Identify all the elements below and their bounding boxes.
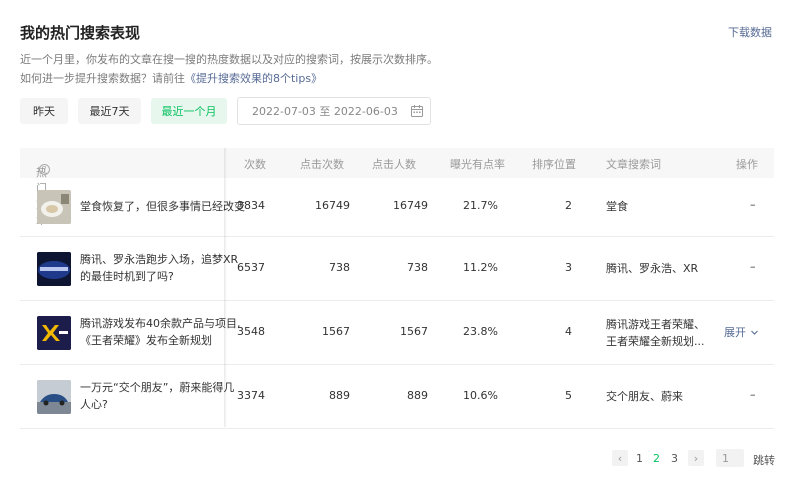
- cell-rank: 5: [565, 389, 572, 402]
- cell-rank: 4: [565, 325, 572, 338]
- cell-ctr: 23.8%: [463, 325, 498, 338]
- keyword-line-1: 腾讯游戏王者荣耀、: [606, 318, 705, 331]
- download-data-link[interactable]: 下载数据: [728, 24, 772, 40]
- table-header: 热门文章 ? 次数 点击次数 点击人数 曝光有点率 排序位置 文章搜索词 操作: [20, 148, 774, 227]
- date-range-picker[interactable]: 2022-07-03 至 2022-06-03: [237, 97, 431, 125]
- calendar-icon: [411, 105, 423, 117]
- cell-action: –: [750, 198, 756, 211]
- cell-rank: 3: [565, 261, 572, 274]
- table-row[interactable]: 腾讯、罗永浩跑步入场，追梦XR的最佳时机到了吗? 6537 738 738 11…: [20, 237, 774, 301]
- sticky-column-shadow: [224, 148, 227, 427]
- cell-keywords: 腾讯、罗永浩、XR: [606, 262, 699, 275]
- header-keywords: 文章搜索词: [606, 158, 661, 171]
- chevron-right-icon: ›: [693, 451, 699, 465]
- article-thumbnail: [37, 190, 71, 224]
- filter-yesterday-button[interactable]: 昨天: [20, 98, 68, 124]
- chevron-left-icon: ‹: [617, 451, 623, 465]
- description-line-1: 近一个月里，你发布的文章在搜一搜的热度数据以及对应的搜索词，按展示次数排序。: [20, 53, 438, 66]
- page-title: 我的热门搜索表现: [20, 24, 141, 42]
- article-thumbnail: [37, 380, 71, 414]
- cell-action: –: [750, 388, 756, 401]
- cell-clicks: 889: [329, 389, 350, 402]
- table-row[interactable]: 腾讯游戏发布40余款产品与项目,《王者荣耀》发布全新规划 3548 1567 1…: [20, 301, 774, 365]
- description-line-2: 如何进一步提升搜索数据？请前往《提升搜索效果的8个tips》: [20, 70, 322, 86]
- header-action: 操作: [736, 158, 758, 171]
- pagination-page-3[interactable]: 3: [671, 452, 678, 465]
- cell-clickers: 738: [407, 261, 428, 274]
- header-views: 次数: [244, 158, 266, 171]
- cell-ctr: 10.6%: [463, 389, 498, 402]
- pagination-next-button[interactable]: ›: [688, 450, 704, 466]
- description-prefix: 如何进一步提升搜索数据？请前往: [20, 72, 185, 85]
- header-clicks: 点击次数: [300, 158, 344, 171]
- header-ctr: 曝光有点率: [450, 158, 505, 171]
- article-thumbnail: [37, 252, 71, 286]
- cell-keywords: 堂食: [606, 200, 628, 213]
- page-jump-input[interactable]: [716, 449, 744, 467]
- cell-ctr: 11.2%: [463, 261, 498, 274]
- cell-keywords: 腾讯游戏王者荣耀、 王者荣耀全新规划...: [606, 316, 705, 350]
- page-jump-button[interactable]: 跳转: [753, 452, 775, 468]
- chevron-down-icon: [751, 330, 758, 335]
- pagination-page-1[interactable]: 1: [636, 452, 643, 465]
- table-row[interactable]: 堂食恢复了，但很多事情已经改变 3834 16749 16749 21.7% 2…: [20, 178, 774, 237]
- search-performance-table: 热门文章 ? 次数 点击次数 点击人数 曝光有点率 排序位置 文章搜索词 操作 …: [20, 148, 774, 429]
- header-rank: 排序位置: [532, 158, 576, 171]
- filter-last-month-button[interactable]: 最近一个月: [151, 98, 227, 124]
- cell-rank: 2: [565, 199, 572, 212]
- cell-clickers: 1567: [400, 325, 428, 338]
- cell-clicks: 1567: [322, 325, 350, 338]
- date-range-text: 2022-07-03 至 2022-06-03: [252, 105, 398, 118]
- tips-link[interactable]: 《提升搜索效果的8个tips》: [185, 72, 322, 85]
- cell-ctr: 21.7%: [463, 199, 498, 212]
- cell-clicks: 16749: [315, 199, 350, 212]
- keyword-line-2: 王者荣耀全新规划...: [606, 335, 705, 348]
- expand-label: 展开: [724, 326, 746, 339]
- table-row[interactable]: 一万元“交个朋友”，蔚来能得几人心? 3374 889 889 10.6% 5 …: [20, 365, 774, 429]
- filter-last-7-days-button[interactable]: 最近7天: [78, 98, 141, 124]
- pagination-page-2[interactable]: 2: [653, 452, 660, 465]
- cell-action: –: [750, 260, 756, 273]
- cell-keywords: 交个朋友、蔚来: [606, 390, 683, 403]
- article-thumbnail: [37, 316, 71, 350]
- cell-clickers: 16749: [393, 199, 428, 212]
- expand-button[interactable]: 展开: [724, 324, 759, 340]
- pagination-prev-button[interactable]: ‹: [612, 450, 628, 466]
- cell-clicks: 738: [329, 261, 350, 274]
- help-icon[interactable]: ?: [39, 164, 50, 175]
- header-clickers: 点击人数: [372, 158, 416, 171]
- cell-clickers: 889: [407, 389, 428, 402]
